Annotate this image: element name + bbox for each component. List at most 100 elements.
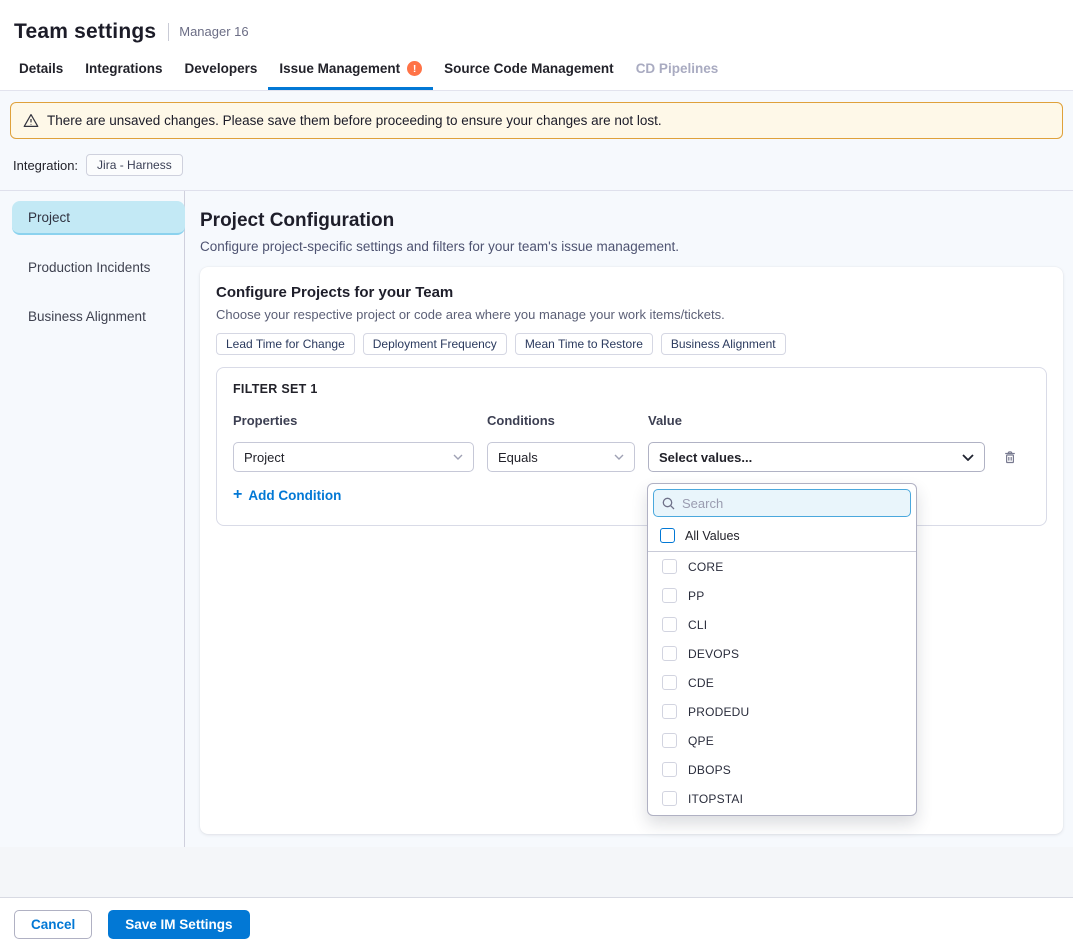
option-checkbox[interactable]: [662, 588, 677, 603]
property-select[interactable]: Project: [233, 442, 474, 472]
sidebar-item-project[interactable]: Project: [12, 201, 185, 235]
unsaved-changes-banner: There are unsaved changes. Please save t…: [10, 102, 1063, 139]
chip-business-alignment: Business Alignment: [661, 333, 786, 355]
option-itopstai[interactable]: ITOPSTAI: [648, 784, 916, 813]
option-cli[interactable]: CLI: [648, 610, 916, 639]
option-checkbox[interactable]: [662, 762, 677, 777]
sidebar: Project Production Incidents Business Al…: [0, 191, 185, 847]
team-name-label: Manager 16: [179, 24, 248, 39]
sidebar-item-production-incidents[interactable]: Production Incidents: [12, 250, 185, 284]
dropdown-search-wrap: [648, 484, 916, 522]
value-column-header: Value: [648, 413, 985, 428]
option-checkbox[interactable]: [662, 617, 677, 632]
section-title: Project Configuration: [200, 210, 1063, 232]
sidebar-item-project-label: Project: [28, 210, 70, 225]
tab-cd-pipelines-label: CD Pipelines: [636, 61, 719, 76]
cancel-button[interactable]: Cancel: [14, 910, 92, 939]
option-label: CLI: [688, 618, 707, 632]
option-pipe[interactable]: PIPE: [648, 813, 916, 816]
card-title: Configure Projects for your Team: [216, 284, 1047, 301]
properties-column-header: Properties: [233, 413, 474, 428]
option-label: DBOPS: [688, 763, 731, 777]
value-dropdown-panel: All Values CORE PP: [647, 483, 917, 816]
option-qpe[interactable]: QPE: [648, 726, 916, 755]
tab-issue-management-label: Issue Management: [279, 61, 400, 76]
option-dbops[interactable]: DBOPS: [648, 755, 916, 784]
chip-mean-time-to-restore: Mean Time to Restore: [515, 333, 653, 355]
value-select[interactable]: Select values...: [648, 442, 985, 472]
chip-lead-time-for-change: Lead Time for Change: [216, 333, 355, 355]
delete-condition-button[interactable]: [998, 445, 1022, 469]
value-select-placeholder: Select values...: [659, 450, 752, 465]
value-select-wrap: Select values...: [648, 442, 985, 472]
sidebar-item-business-alignment-label: Business Alignment: [28, 309, 146, 324]
dropdown-search-input[interactable]: [682, 496, 902, 511]
option-prodedu[interactable]: PRODEDU: [648, 697, 916, 726]
unsaved-alert-badge: !: [407, 61, 422, 76]
team-settings-page: Team settings Manager 16 Details Integra…: [0, 0, 1073, 951]
option-checkbox[interactable]: [662, 675, 677, 690]
tab-integrations[interactable]: Integrations: [74, 50, 173, 90]
integration-row: Integration: Jira - Harness: [13, 154, 1063, 176]
integration-label: Integration:: [13, 158, 78, 173]
option-label: CDE: [688, 676, 714, 690]
page-title: Team settings: [14, 20, 156, 44]
option-label: QPE: [688, 734, 714, 748]
chevron-down-icon: [453, 454, 463, 460]
banner-text: There are unsaved changes. Please save t…: [47, 113, 662, 128]
option-checkbox[interactable]: [662, 646, 677, 661]
content-top: There are unsaved changes. Please save t…: [0, 91, 1073, 190]
option-checkbox[interactable]: [662, 733, 677, 748]
option-checkbox[interactable]: [662, 559, 677, 574]
card-description: Choose your respective project or code a…: [216, 307, 1047, 322]
dropdown-search-box: [653, 489, 911, 517]
option-devops[interactable]: DEVOPS: [648, 639, 916, 668]
tab-integrations-label: Integrations: [85, 61, 162, 76]
condition-select[interactable]: Equals: [487, 442, 635, 472]
main-panel: Project Configuration Configure project-…: [185, 191, 1073, 847]
filter-grid: Properties Conditions Value Project: [233, 413, 1030, 472]
all-values-label: All Values: [685, 529, 740, 543]
option-label: CORE: [688, 560, 723, 574]
tab-developers-label: Developers: [185, 61, 258, 76]
option-checkbox[interactable]: [662, 704, 677, 719]
option-core[interactable]: CORE: [648, 552, 916, 581]
tab-developers[interactable]: Developers: [174, 50, 269, 90]
sidebar-item-business-alignment[interactable]: Business Alignment: [12, 299, 185, 333]
lower-band: [0, 847, 1073, 897]
content-area: There are unsaved changes. Please save t…: [0, 91, 1073, 897]
option-label: PP: [688, 589, 704, 603]
warning-icon: [23, 113, 39, 128]
all-values-option[interactable]: All Values: [648, 522, 916, 549]
tab-cd-pipelines: CD Pipelines: [625, 50, 730, 90]
all-values-checkbox[interactable]: [660, 528, 675, 543]
filter-set-1: FILTER SET 1 Properties Conditions Value…: [216, 367, 1047, 526]
property-select-value: Project: [244, 450, 284, 465]
tab-details[interactable]: Details: [8, 50, 74, 90]
filter-set-title: FILTER SET 1: [233, 382, 1030, 396]
option-label: PRODEDU: [688, 705, 749, 719]
conditions-column-header: Conditions: [487, 413, 635, 428]
configure-projects-card: Configure Projects for your Team Choose …: [200, 267, 1063, 834]
title-separator: [168, 23, 169, 41]
integration-chip: Jira - Harness: [86, 154, 183, 176]
tab-source-code-management-label: Source Code Management: [444, 61, 614, 76]
option-checkbox[interactable]: [662, 791, 677, 806]
option-pp[interactable]: PP: [648, 581, 916, 610]
tab-source-code-management[interactable]: Source Code Management: [433, 50, 625, 90]
option-cde[interactable]: CDE: [648, 668, 916, 697]
condition-select-value: Equals: [498, 450, 538, 465]
chevron-down-icon: [614, 454, 624, 460]
option-label: ITOPSTAI: [688, 792, 743, 806]
tab-details-label: Details: [19, 61, 63, 76]
chip-deployment-frequency: Deployment Frequency: [363, 333, 507, 355]
page-header: Team settings Manager 16: [0, 0, 1073, 50]
option-label: DEVOPS: [688, 647, 739, 661]
metric-chip-row: Lead Time for Change Deployment Frequenc…: [216, 333, 1047, 355]
search-icon: [662, 497, 675, 510]
tab-bar: Details Integrations Developers Issue Ma…: [0, 50, 1073, 91]
save-im-settings-button[interactable]: Save IM Settings: [108, 910, 249, 939]
plus-icon: +: [233, 487, 242, 503]
add-condition-button[interactable]: + Add Condition: [233, 487, 341, 503]
tab-issue-management[interactable]: Issue Management !: [268, 50, 433, 90]
